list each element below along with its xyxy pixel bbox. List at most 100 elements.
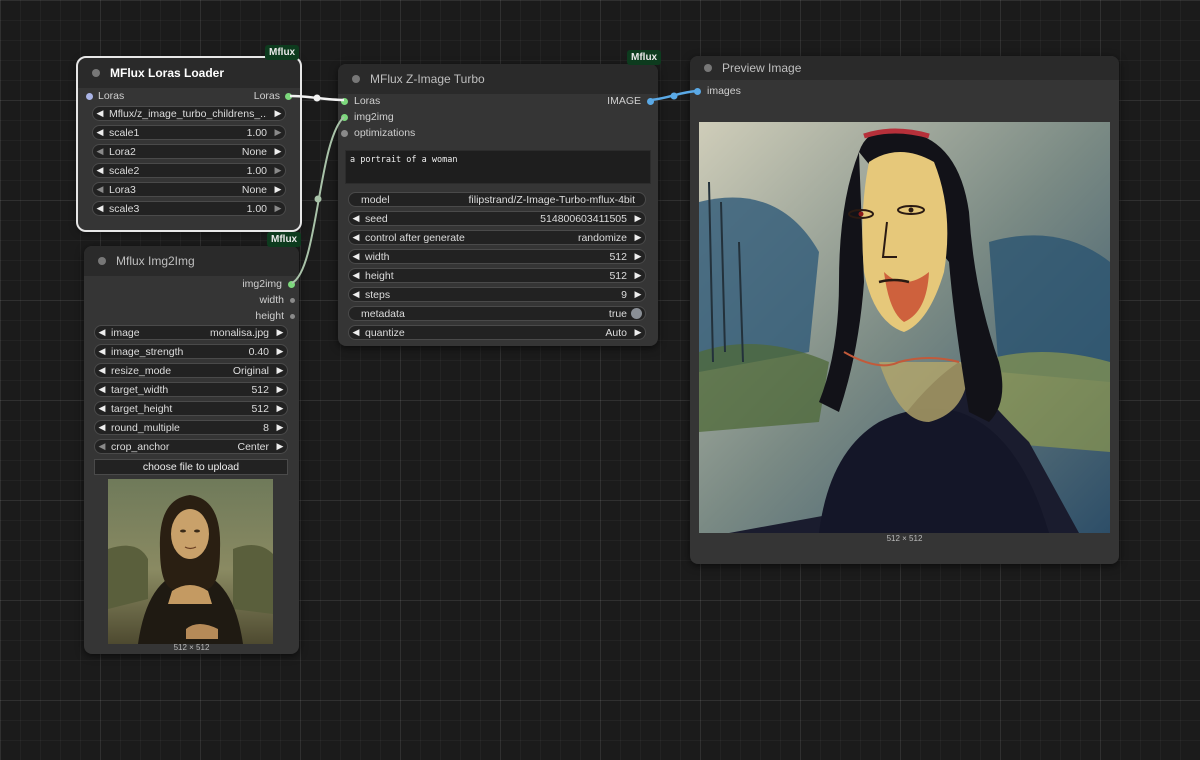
arrow-right-icon[interactable]: ▶: [631, 270, 645, 281]
arrow-left-icon[interactable]: ◀: [349, 327, 363, 338]
output-slot-width[interactable]: width: [259, 292, 295, 308]
prompt-textarea[interactable]: a portrait of a woman: [345, 150, 651, 184]
arrow-left-icon[interactable]: ◀: [93, 108, 107, 119]
input-slot-optimizations[interactable]: optimizations: [341, 125, 415, 141]
arrow-right-icon[interactable]: ▶: [271, 165, 285, 176]
arrow-right-icon[interactable]: ▶: [273, 384, 287, 395]
target-height-input[interactable]: ◀ target_height 512 ▶: [94, 401, 288, 416]
arrow-left-icon[interactable]: ◀: [95, 441, 109, 452]
arrow-right-icon[interactable]: ▶: [631, 327, 645, 338]
arrow-left-icon[interactable]: ◀: [95, 422, 109, 433]
arrow-left-icon[interactable]: ◀: [349, 289, 363, 300]
slot-dot-icon[interactable]: [290, 297, 295, 303]
node-header[interactable]: MFlux Z-Image Turbo: [338, 64, 658, 94]
target-width-input[interactable]: ◀ target_width 512 ▶: [94, 382, 288, 397]
collapse-dot-icon[interactable]: [92, 69, 100, 77]
height-input[interactable]: ◀ height 512 ▶: [348, 268, 646, 283]
lora1-combo[interactable]: ◀ Mflux/z_image_turbo_childrens_... ▶: [92, 106, 286, 121]
arrow-left-icon[interactable]: ◀: [93, 184, 107, 195]
arrow-right-icon[interactable]: ▶: [273, 403, 287, 414]
node-header[interactable]: Mflux Img2Img: [84, 246, 299, 276]
arrow-right-icon[interactable]: ▶: [273, 365, 287, 376]
arrow-left-icon[interactable]: ◀: [95, 346, 109, 357]
arrow-left-icon[interactable]: ◀: [349, 232, 363, 243]
metadata-toggle[interactable]: metadata true: [348, 306, 646, 321]
quantize-combo[interactable]: ◀ quantize Auto ▶: [348, 325, 646, 340]
arrow-right-icon[interactable]: ▶: [271, 127, 285, 138]
slot-dot-icon[interactable]: [341, 113, 348, 121]
node-header[interactable]: Preview Image: [690, 56, 1119, 80]
arrow-right-icon[interactable]: ▶: [631, 232, 645, 243]
output-slot-image[interactable]: IMAGE: [607, 93, 654, 109]
arrow-left-icon[interactable]: ◀: [349, 270, 363, 281]
widget-value: 512: [251, 402, 269, 415]
image-combo[interactable]: ◀ image monalisa.jpg ▶: [94, 325, 288, 340]
arrow-left-icon[interactable]: ◀: [349, 251, 363, 262]
arrow-right-icon[interactable]: ▶: [273, 346, 287, 357]
arrow-right-icon[interactable]: ▶: [631, 213, 645, 224]
output-slot-height[interactable]: height: [255, 308, 295, 324]
arrow-left-icon[interactable]: ◀: [95, 327, 109, 338]
arrow-right-icon[interactable]: ▶: [271, 184, 285, 195]
input-slot-loras[interactable]: Loras: [341, 93, 380, 109]
scale1-slider[interactable]: ◀ scale1 1.00 ▶: [92, 125, 286, 140]
arrow-left-icon[interactable]: ◀: [93, 165, 107, 176]
arrow-right-icon[interactable]: ▶: [273, 422, 287, 433]
node-loras-loader[interactable]: MFlux Loras Loader Loras Loras ◀ Mflux/z…: [76, 56, 302, 232]
arrow-left-icon[interactable]: ◀: [93, 203, 107, 214]
arrow-right-icon[interactable]: ▶: [273, 327, 287, 338]
scale3-slider[interactable]: ◀ scale3 1.00 ▶: [92, 201, 286, 216]
collapse-dot-icon[interactable]: [98, 257, 106, 265]
node-preview-image[interactable]: Preview Image images 512 × 512: [690, 56, 1119, 564]
arrow-right-icon[interactable]: ▶: [273, 441, 287, 452]
arrow-left-icon[interactable]: ◀: [95, 403, 109, 414]
arrow-right-icon[interactable]: ▶: [271, 108, 285, 119]
slot-dot-icon[interactable]: [86, 92, 93, 100]
arrow-right-icon[interactable]: ▶: [631, 289, 645, 300]
arrow-right-icon[interactable]: ▶: [271, 203, 285, 214]
arrow-left-icon[interactable]: ◀: [93, 146, 107, 157]
image-strength-slider[interactable]: ◀ image_strength 0.40 ▶: [94, 344, 288, 359]
slot-dot-icon[interactable]: [341, 97, 348, 105]
arrow-right-icon[interactable]: ▶: [631, 251, 645, 262]
model-input[interactable]: model filipstrand/Z-Image-Turbo-mflux-4b…: [348, 192, 646, 207]
slot-dot-icon[interactable]: [288, 280, 295, 288]
arrow-left-icon[interactable]: ◀: [95, 384, 109, 395]
widget-value: randomize: [577, 231, 627, 244]
output-slot-img2img[interactable]: img2img: [242, 276, 295, 292]
slot-dot-icon[interactable]: [285, 92, 292, 100]
toggle-knob-icon[interactable]: [631, 308, 642, 319]
lora2-combo[interactable]: ◀ Lora2 None ▶: [92, 144, 286, 159]
seed-input[interactable]: ◀ seed 514800603411505 ▶: [348, 211, 646, 226]
upload-button[interactable]: choose file to upload: [94, 459, 288, 475]
input-slot-images[interactable]: images: [694, 83, 741, 99]
steps-input[interactable]: ◀ steps 9 ▶: [348, 287, 646, 302]
node-img2img[interactable]: Mflux Img2Img img2img width height ◀ ima…: [84, 246, 299, 654]
input-slot-img2img[interactable]: img2img: [341, 109, 394, 125]
widget-label: crop_anchor: [111, 440, 170, 453]
lora3-combo[interactable]: ◀ Lora3 None ▶: [92, 182, 286, 197]
collapse-dot-icon[interactable]: [704, 64, 712, 72]
node-title: Mflux Img2Img: [116, 254, 195, 268]
arrow-left-icon[interactable]: ◀: [349, 213, 363, 224]
scale2-slider[interactable]: ◀ scale2 1.00 ▶: [92, 163, 286, 178]
slot-dot-icon[interactable]: [694, 87, 701, 95]
arrow-left-icon[interactable]: ◀: [95, 365, 109, 376]
collapse-dot-icon[interactable]: [352, 75, 360, 83]
node-zimage-turbo[interactable]: MFlux Z-Image Turbo Loras img2img optimi…: [338, 64, 658, 346]
slot-dot-icon[interactable]: [341, 129, 348, 137]
input-slot-loras[interactable]: Loras: [86, 88, 124, 104]
node-header[interactable]: MFlux Loras Loader: [78, 58, 300, 88]
widget-label: round_multiple: [111, 421, 180, 434]
output-slot-loras[interactable]: Loras: [254, 88, 292, 104]
slot-label: img2img: [354, 111, 394, 123]
resize-mode-combo[interactable]: ◀ resize_mode Original ▶: [94, 363, 288, 378]
crop-anchor-combo[interactable]: ◀ crop_anchor Center ▶: [94, 439, 288, 454]
width-input[interactable]: ◀ width 512 ▶: [348, 249, 646, 264]
slot-dot-icon[interactable]: [290, 313, 295, 319]
round-multiple-input[interactable]: ◀ round_multiple 8 ▶: [94, 420, 288, 435]
slot-dot-icon[interactable]: [647, 97, 654, 105]
arrow-left-icon[interactable]: ◀: [93, 127, 107, 138]
arrow-right-icon[interactable]: ▶: [271, 146, 285, 157]
control-after-generate-combo[interactable]: ◀ control after generate randomize ▶: [348, 230, 646, 245]
